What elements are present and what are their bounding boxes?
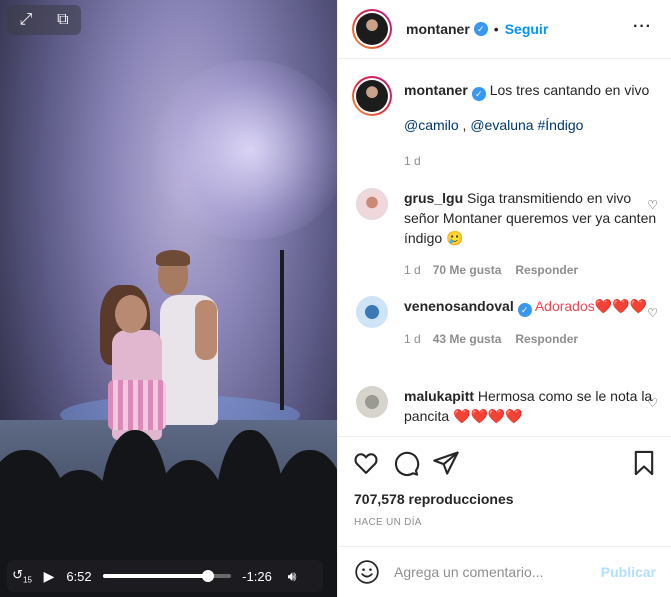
post-caption: montaner ✓ Los tres cantando en vivo @cam… — [352, 76, 662, 171]
caption-time[interactable]: 1 d — [404, 154, 421, 168]
singer2-head — [115, 295, 147, 333]
current-time: 6:52 — [66, 568, 92, 584]
mention-link[interactable]: @camilo — [404, 117, 459, 133]
progress-fill — [103, 574, 208, 578]
expand-arrows-icon[interactable]: ⤢ — [19, 12, 32, 28]
post-button[interactable]: Publicar — [601, 564, 656, 580]
video-controls-bar: ↺15 ▶ 6:52 -1:26 🔊︎ — [7, 560, 323, 592]
verified-badge-icon: ✓ — [473, 22, 488, 36]
bookmark-icon[interactable] — [630, 449, 658, 477]
post-actions: 707,578 reproducciones HACE UN DÍA — [338, 436, 671, 546]
avatar[interactable] — [356, 386, 388, 418]
view-count[interactable]: 707,578 reproducciones — [354, 491, 514, 507]
comment-item: grus_lgu Siga transmitiendo en vivo seño… — [352, 188, 662, 280]
replay-seconds: 15 — [23, 575, 32, 585]
caption-separator: , — [458, 117, 471, 133]
like-comment-heart-icon[interactable]: ♡ — [647, 198, 658, 212]
progress-slider[interactable] — [103, 570, 231, 582]
header-separator: • — [493, 21, 499, 37]
comment-item: malukapitt Hermosa como se le nota la pa… — [352, 386, 662, 426]
avatar[interactable] — [352, 76, 392, 116]
reply-button[interactable]: Responder — [515, 263, 578, 277]
comment-time[interactable]: 1 d — [404, 332, 421, 346]
comment-bubble-icon[interactable] — [392, 449, 420, 477]
comment-item: venenosandoval ✓ Adorados❤️❤️❤️ 1 d 43 Me … — [352, 296, 662, 349]
volume-icon[interactable]: 🔊︎ — [277, 568, 307, 585]
caption-username[interactable]: montaner — [404, 82, 468, 98]
comment-time[interactable]: 1 d — [404, 263, 421, 277]
video-top-controls: ⤢ ⧉ — [7, 5, 81, 35]
verified-badge-icon: ✓ — [517, 303, 532, 317]
share-paper-plane-icon[interactable] — [432, 449, 460, 477]
add-comment-bar: Publicar — [338, 546, 671, 597]
reply-button[interactable]: Responder — [515, 332, 578, 346]
mic-stand — [280, 250, 284, 410]
like-comment-heart-icon[interactable]: ♡ — [647, 396, 658, 410]
verified-badge-icon: ✓ — [471, 87, 486, 101]
replay-15-button[interactable]: ↺15 — [7, 567, 37, 585]
header-username[interactable]: montaner — [406, 21, 470, 37]
comments-list[interactable]: montaner ✓ Los tres cantando en vivo @cam… — [338, 60, 671, 436]
like-heart-icon[interactable] — [352, 449, 380, 477]
caption-text: Los tres cantando en vivo — [489, 82, 650, 98]
avatar[interactable] — [352, 9, 392, 49]
comment-username[interactable]: venenosandoval — [404, 298, 514, 314]
emoji-icon[interactable] — [354, 559, 380, 585]
singer-hair — [156, 250, 190, 266]
singer2-skirt — [108, 380, 166, 430]
comment-likes[interactable]: 70 Me gusta — [433, 263, 502, 277]
video-player[interactable]: ⤢ ⧉ ↺15 ▶ 6:52 -1:26 🔊︎ — [0, 0, 337, 597]
hashtag-link[interactable]: #Índigo — [538, 117, 584, 133]
more-options-icon[interactable]: ··· — [633, 18, 652, 36]
avatar[interactable] — [356, 188, 388, 220]
singer-arm — [195, 300, 217, 360]
like-comment-heart-icon[interactable]: ♡ — [647, 306, 658, 320]
remaining-time: -1:26 — [242, 568, 272, 584]
comment-username[interactable]: malukapitt — [404, 388, 474, 404]
follow-button[interactable]: Seguir — [505, 21, 549, 37]
play-icon[interactable]: ▶ — [37, 568, 61, 585]
post-panel: montaner ✓ • Seguir ··· montaner ✓ Los tr… — [337, 0, 671, 597]
comment-likes[interactable]: 43 Me gusta — [433, 332, 502, 346]
avatar[interactable] — [356, 296, 388, 328]
progress-knob[interactable] — [201, 570, 214, 582]
comment-input[interactable] — [394, 564, 594, 580]
post-timestamp[interactable]: HACE UN DÍA — [354, 517, 422, 528]
comment-text: Adorados❤️❤️❤️ — [534, 298, 648, 314]
mention-link[interactable]: @evaluna — [470, 117, 533, 133]
comment-username[interactable]: grus_lgu — [404, 190, 463, 206]
picture-in-picture-icon[interactable]: ⧉ — [57, 12, 68, 28]
post-header: montaner ✓ • Seguir ··· — [338, 0, 671, 59]
stage-light-glow — [150, 60, 337, 240]
